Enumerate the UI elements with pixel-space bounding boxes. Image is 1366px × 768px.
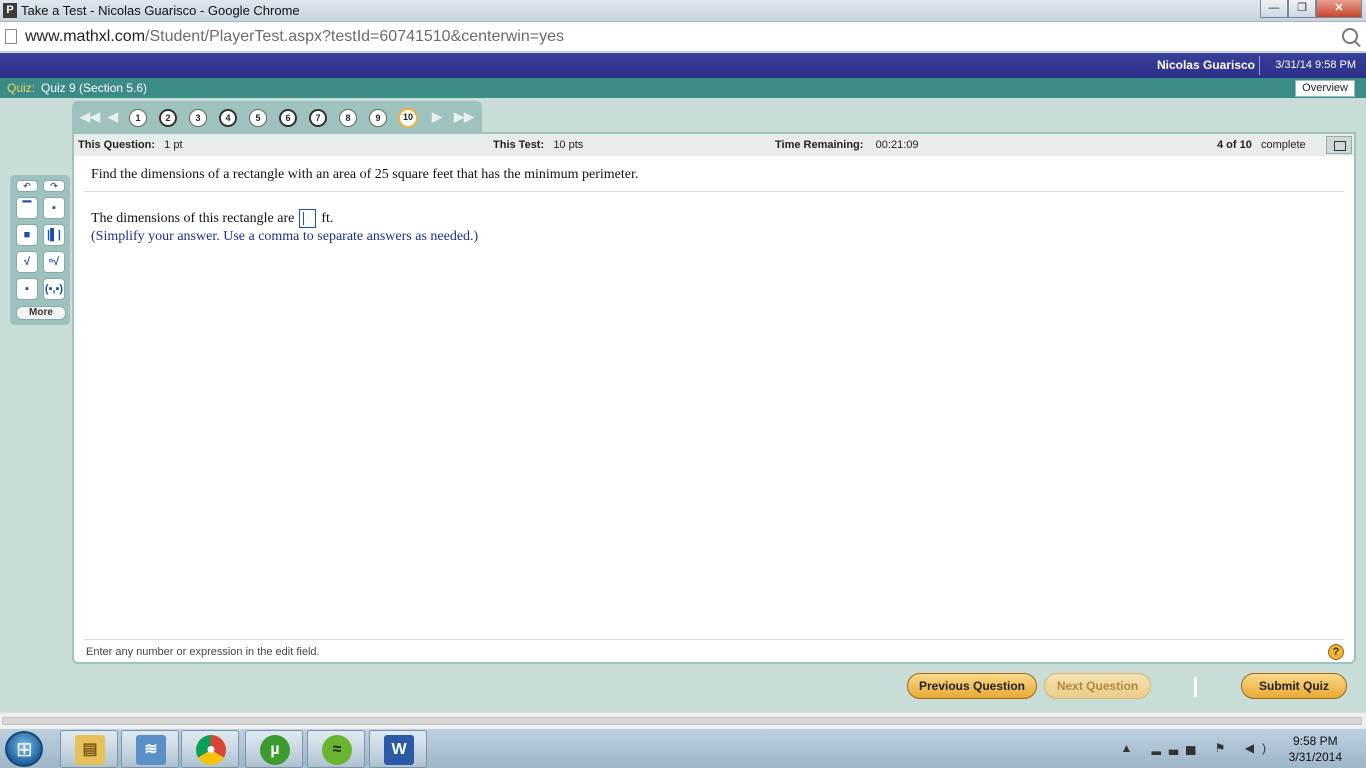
- time-remaining-label: Time Remaining:: [775, 139, 864, 151]
- network-icon: ≋: [136, 735, 166, 765]
- this-question-info: This Question: 1 pt: [78, 139, 183, 151]
- username: Nicolas Guarisco: [1156, 58, 1255, 72]
- progress-info: 4 of 10 complete: [1217, 139, 1306, 151]
- help-icon[interactable]: ?: [1328, 644, 1344, 660]
- question-1-button[interactable]: 1: [129, 109, 147, 127]
- app-icon: P: [3, 3, 17, 18]
- hint-text: Enter any number or expression in the ed…: [86, 646, 320, 658]
- this-test-info: This Test: 10 pts: [493, 139, 583, 151]
- clock-date: 3/31/2014: [1288, 750, 1342, 764]
- quiz-bar: Quiz: Quiz 9 (Section 5.6) Overview: [0, 78, 1366, 98]
- more-button[interactable]: More: [16, 306, 66, 320]
- next-question-icon[interactable]: ▶: [432, 109, 442, 125]
- this-question-label: This Question:: [78, 139, 155, 151]
- question-navigator: ◀◀ ◀ 1 2 3 4 5 6 7 8 9 10 ▶ ▶▶: [72, 101, 482, 133]
- time-remaining-info: Time Remaining: 00:21:09: [775, 139, 919, 151]
- answer-prefix: The dimensions of this rectangle are: [91, 210, 295, 226]
- answer-input[interactable]: [299, 209, 317, 228]
- chrome-icon: ●: [196, 735, 226, 765]
- next-question-button[interactable]: Next Question: [1044, 673, 1151, 699]
- url-path: /Student/PlayerTest.aspx?testId=60741510…: [145, 28, 564, 45]
- nth-root-icon[interactable]: ⁿ√: [43, 251, 65, 273]
- question-3-button[interactable]: 3: [189, 109, 207, 127]
- question-panel: This Question: 1 pt This Test: 10 pts Ti…: [72, 132, 1356, 664]
- this-test-value: 10 pts: [553, 139, 584, 151]
- ordered-pair-icon[interactable]: (▪,▪): [43, 278, 65, 300]
- taskbar: ▤ ≋ ● µ ≈ W ▲ ▂▃▅ ⚑ ◀) 9:58 PM 3/31/2014: [0, 728, 1366, 768]
- bottom-button-area: Previous Question Next Question Submit Q…: [72, 664, 1366, 710]
- subscript-icon[interactable]: ▪: [16, 278, 38, 300]
- horizontal-scrollbar[interactable]: [0, 712, 1366, 728]
- quiz-name: Quiz 9 (Section 5.6): [41, 81, 148, 95]
- question-10-button[interactable]: 10: [398, 108, 418, 128]
- question-7-button[interactable]: 7: [309, 109, 327, 127]
- minimize-button[interactable]: —: [1260, 0, 1288, 18]
- question-text: Find the dimensions of a rectangle with …: [91, 167, 639, 182]
- folder-icon: ▤: [75, 735, 105, 765]
- submit-quiz-button[interactable]: Submit Quiz: [1241, 673, 1347, 699]
- question-info-bar: This Question: 1 pt This Test: 10 pts Ti…: [74, 134, 1354, 156]
- answer-suffix: ft.: [321, 210, 334, 226]
- window-controls: — ❐ ✕: [1260, 0, 1362, 18]
- text-cursor: [1194, 677, 1197, 697]
- last-question-icon[interactable]: ▶▶: [454, 109, 474, 125]
- taskbar-word[interactable]: W: [369, 730, 427, 768]
- quiz-label: Quiz:: [7, 81, 36, 95]
- spotify-icon: ≈: [322, 735, 352, 765]
- this-test-label: This Test:: [493, 139, 545, 151]
- undo-icon[interactable]: ↶: [16, 180, 38, 192]
- system-tray-icons[interactable]: ▲ ▂▃▅ ⚑ ◀): [1120, 741, 1274, 755]
- answer-instruction: (Simplify your answer. Use a comma to se…: [91, 229, 479, 244]
- clock-time: 9:58 PM: [1292, 734, 1338, 748]
- taskbar-spotify[interactable]: ≈: [307, 730, 365, 768]
- question-5-button[interactable]: 5: [249, 109, 267, 127]
- taskbar-chrome[interactable]: ●: [181, 730, 239, 768]
- start-button[interactable]: [5, 731, 43, 767]
- maximize-button[interactable]: ❐: [1288, 0, 1316, 18]
- question-6-button[interactable]: 6: [279, 109, 297, 127]
- word-icon: W: [384, 735, 414, 765]
- close-button[interactable]: ✕: [1316, 0, 1362, 18]
- progress-label: complete: [1261, 139, 1306, 151]
- taskbar-utorrent[interactable]: µ: [245, 730, 303, 768]
- taskbar-network[interactable]: ≋: [121, 730, 179, 768]
- header-datetime: 3/31/14 9:58 PM: [1275, 59, 1356, 71]
- previous-question-button[interactable]: Previous Question: [907, 673, 1037, 699]
- user-header: Nicolas Guarisco 3/31/14 9:58 PM: [0, 53, 1366, 78]
- first-question-icon[interactable]: ◀◀: [80, 109, 100, 125]
- expand-icon[interactable]: [1326, 136, 1352, 154]
- scrollbar-thumb[interactable]: [2, 717, 1362, 725]
- hint-divider: [84, 639, 1344, 640]
- url-host: www.mathxl.com: [25, 28, 146, 45]
- math-palette: ↶ ↷ ▔ ▪ ■ |▌| √ ⁿ√ ▪ (▪,▪) More: [10, 175, 70, 325]
- header-separator: [1259, 56, 1260, 75]
- zoom-icon[interactable]: [1342, 28, 1358, 44]
- mixed-number-icon[interactable]: ▪: [43, 197, 65, 219]
- answer-line: The dimensions of this rectangle are ft.: [91, 209, 333, 228]
- url-text[interactable]: www.mathxl.com/Student/PlayerTest.aspx?t…: [25, 28, 564, 46]
- window-title: Take a Test - Nicolas Guarisco - Google …: [21, 3, 300, 18]
- time-remaining-value: 00:21:09: [875, 139, 919, 151]
- question-4-button[interactable]: 4: [219, 109, 237, 127]
- exponent-icon[interactable]: ■: [16, 224, 38, 246]
- question-2-button[interactable]: 2: [159, 109, 177, 127]
- progress-count: 4 of 10: [1217, 139, 1252, 151]
- question-divider: [84, 191, 1344, 192]
- fraction-icon[interactable]: ▔: [16, 197, 38, 219]
- address-bar[interactable]: www.mathxl.com/Student/PlayerTest.aspx?t…: [0, 22, 1366, 52]
- this-question-value: 1 pt: [164, 139, 183, 151]
- overview-button[interactable]: Overview: [1295, 80, 1355, 97]
- question-9-button[interactable]: 9: [369, 109, 387, 127]
- utorrent-icon: µ: [260, 735, 290, 765]
- taskbar-explorer[interactable]: ▤: [60, 730, 118, 768]
- square-root-icon[interactable]: √: [16, 251, 38, 273]
- redo-icon[interactable]: ↷: [43, 180, 65, 192]
- question-8-button[interactable]: 8: [339, 109, 357, 127]
- absolute-value-icon[interactable]: |▌|: [43, 224, 65, 246]
- window-titlebar: P Take a Test - Nicolas Guarisco - Googl…: [0, 0, 1366, 22]
- prev-question-icon[interactable]: ◀: [108, 109, 118, 125]
- taskbar-clock[interactable]: 9:58 PM 3/31/2014: [1289, 733, 1342, 765]
- page-icon: [5, 29, 17, 44]
